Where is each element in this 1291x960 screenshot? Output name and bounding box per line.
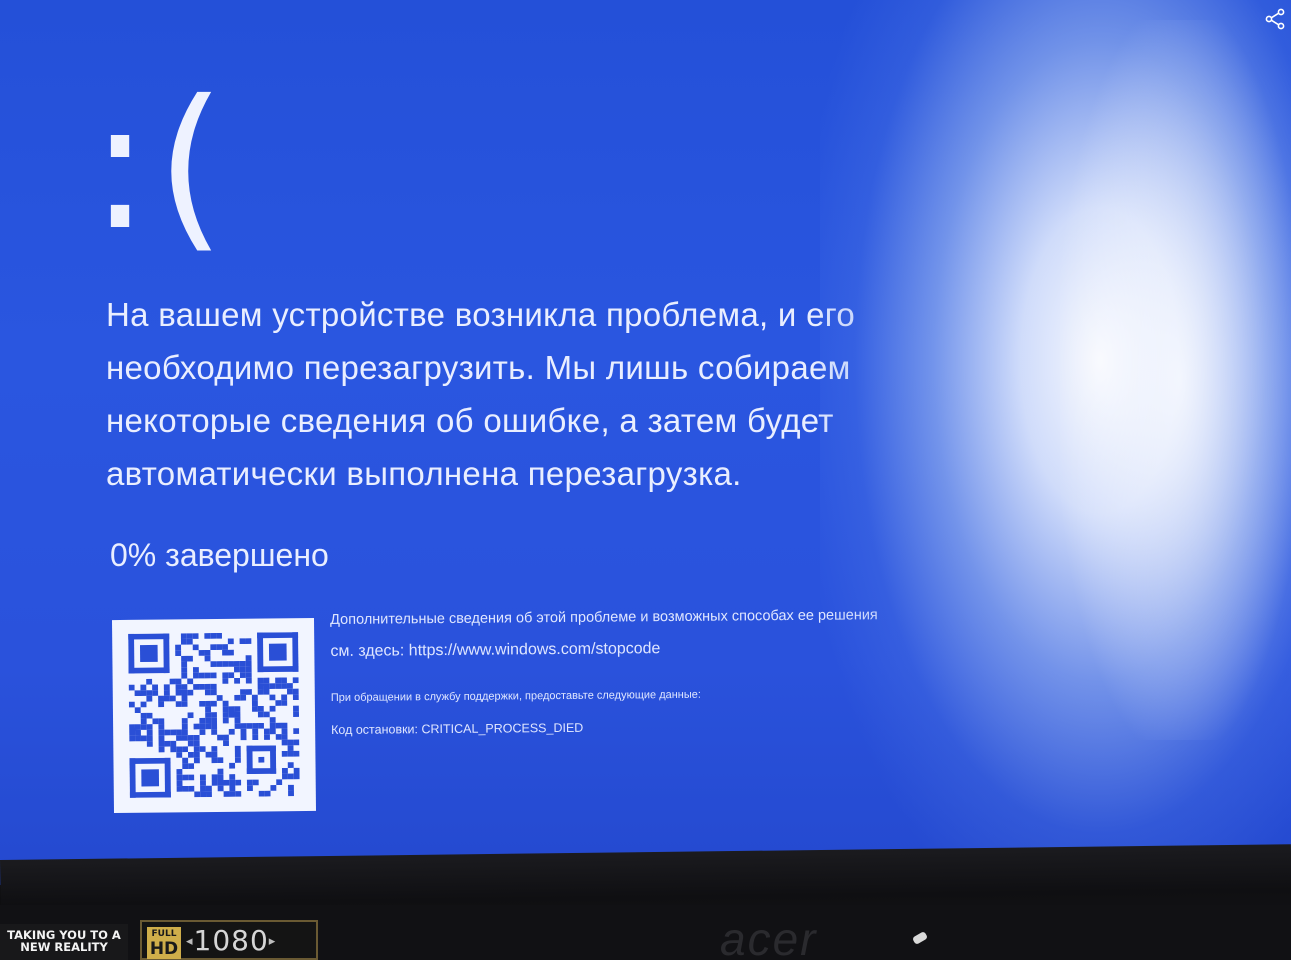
- error-message: На вашем устройстве возникла проблема, и…: [106, 288, 946, 500]
- monitor-photo: :( На вашем устройстве возникла проблема…: [0, 0, 1291, 960]
- progress-percentage: 0% завершено: [110, 537, 329, 573]
- bsod-screen: :( На вашем устройстве возникла проблема…: [0, 0, 1291, 885]
- sticker-line: NEW REALITY: [20, 940, 108, 954]
- error-message-line: На вашем устройстве возникла проблема, и…: [106, 296, 856, 333]
- support-text: При обращении в службу поддержки, предос…: [330, 688, 701, 704]
- sad-face-emoticon: :(: [90, 62, 232, 269]
- more-info-prefix: см. здесь:: [330, 642, 409, 660]
- more-info-link-line: см. здесь: https://www.windows.com/stopc…: [330, 630, 990, 668]
- stop-code-value: CRITICAL_PROCESS_DIED: [421, 720, 584, 737]
- error-message-line: автоматически выполнена перезагрузка.: [106, 455, 742, 492]
- stop-code-label: Код остановки:: [331, 722, 422, 737]
- arrow-left-icon: ◂: [186, 934, 194, 949]
- screen-glare-core: [1060, 20, 1291, 740]
- arrow-right-icon: ▸: [268, 934, 277, 949]
- share-icon[interactable]: [1264, 8, 1286, 30]
- qr-code: [111, 617, 317, 814]
- new-reality-sticker: TAKING YOU TO A NEW REALITY: [0, 924, 128, 960]
- error-message-line: необходимо перезагрузить. Мы лишь собира…: [106, 349, 851, 386]
- qr-code-icon: [128, 632, 300, 798]
- stopcode-url-link[interactable]: https://www.windows.com/stopcode: [409, 640, 661, 659]
- stopcode-details: Дополнительные сведения об этой проблеме…: [330, 598, 991, 745]
- stop-code-line: Код остановки: CRITICAL_PROCESS_DIED: [331, 709, 991, 745]
- resolution-value: 1080: [193, 924, 269, 957]
- full-hd-sticker: FULL HD ◂1080▸: [140, 920, 318, 960]
- error-message-line: некоторые сведения об ошибке, а затем бу…: [106, 402, 834, 439]
- full-hd-badge: FULL HD: [147, 927, 181, 959]
- resolution-label: ◂1080▸: [186, 924, 276, 959]
- hd-label: HD: [149, 939, 179, 959]
- acer-logo: acer: [720, 913, 818, 960]
